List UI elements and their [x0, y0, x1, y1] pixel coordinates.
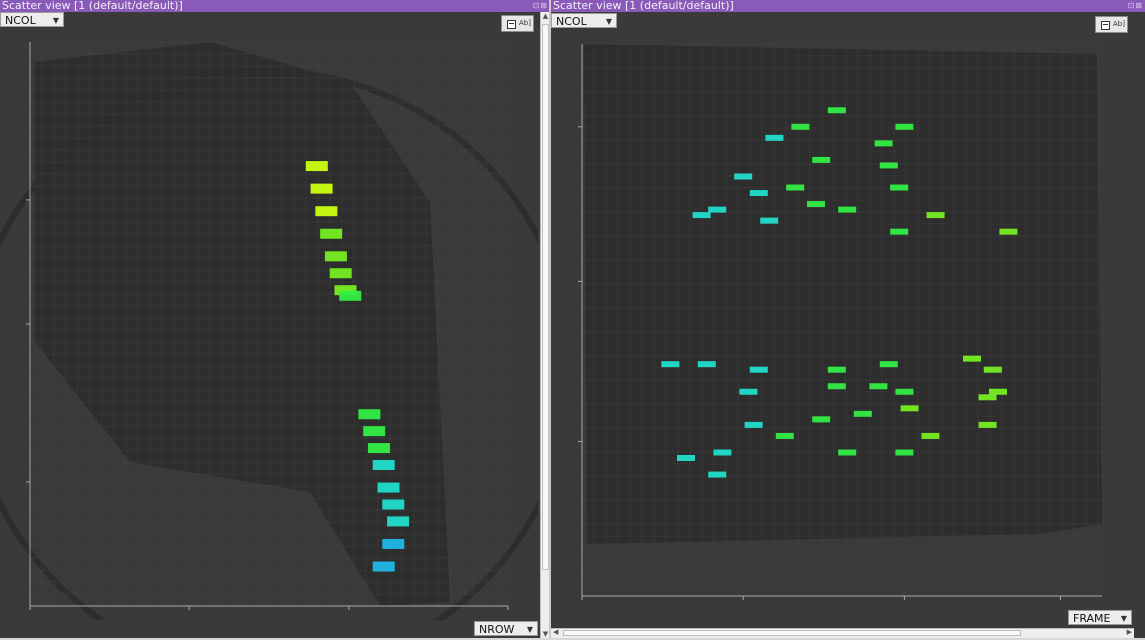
left-x-axis-value: NROW [479, 623, 515, 636]
scatter-point [775, 432, 794, 439]
scatter-point [838, 206, 857, 213]
scrollbar-thumb[interactable] [563, 630, 1021, 636]
scatter-point [744, 421, 763, 428]
right-y-axis-value: NCOL [556, 15, 587, 28]
scatter-point [382, 538, 405, 549]
scatter-point [989, 388, 1007, 395]
left-view-title-bar: Scatter view [1 (default/default)] ⊡⊠ [0, 0, 550, 12]
scatter-point [827, 107, 846, 114]
scatter-point [315, 206, 338, 217]
scatter-point [879, 162, 898, 169]
scatter-point [387, 516, 410, 527]
scatter-point [963, 355, 981, 362]
right-x-axis-selector[interactable]: FRAME ▼ [1068, 610, 1132, 625]
scatter-point [926, 212, 945, 219]
right-view-title-bar: Scatter view [1 (default/default)] ⊡⊠ [551, 0, 1145, 12]
scatter-point [305, 161, 328, 172]
scatter-point [879, 361, 898, 368]
scroll-right-icon[interactable]: ▶ [1127, 628, 1132, 636]
chevron-down-icon: ▼ [1120, 614, 1127, 623]
scatter-point [713, 449, 732, 456]
scatter-point [999, 228, 1018, 235]
scatter-point [377, 482, 400, 493]
scatter-point [372, 561, 395, 572]
scatter-point [677, 455, 695, 461]
scatter-point [739, 388, 758, 395]
scatter-point [363, 426, 386, 437]
scatter-point [812, 416, 831, 423]
scatter-point [786, 184, 805, 191]
scatter-point [900, 405, 919, 412]
scatter-point [890, 228, 909, 235]
scatter-point [895, 123, 914, 130]
scatter-point [978, 394, 997, 401]
left-y-axis-selector[interactable]: NCOL ▼ [0, 12, 64, 27]
scatter-point [838, 449, 857, 456]
scatter-point [983, 366, 1002, 373]
left-scatter-view: Scatter view [1 (default/default)] ⊡⊠ NC… [0, 0, 550, 640]
scatter-point [367, 443, 390, 454]
chevron-down-icon: ▼ [526, 625, 533, 634]
scatter-point [358, 409, 381, 420]
right-x-axis-value: FRAME [1073, 612, 1111, 625]
scatter-point [382, 499, 405, 510]
scatter-point [310, 183, 333, 194]
scatter-point [890, 184, 909, 191]
point-density-area [584, 44, 1102, 544]
scatter-point [827, 366, 846, 373]
right-y-axis-selector[interactable]: NCOL ▼ [551, 13, 617, 28]
chevron-down-icon: ▼ [52, 16, 59, 25]
scatter-point [895, 449, 914, 456]
window-buttons-icon[interactable]: ⊡⊠ [533, 0, 548, 12]
scatter-point [853, 410, 872, 417]
scatter-point [895, 388, 914, 395]
right-view-title: Scatter view [1 (default/default)] [553, 0, 734, 12]
scatter-point [697, 361, 716, 368]
scatter-point [812, 156, 831, 163]
scatter-point [807, 201, 825, 208]
scatter-point [661, 361, 680, 368]
scatter-point [320, 228, 343, 239]
scatter-point [339, 290, 362, 301]
scatter-point [874, 140, 893, 147]
scatter-point [734, 173, 753, 180]
left-view-title: Scatter view [1 (default/default)] [2, 0, 183, 12]
window-buttons-icon[interactable]: ⊡⊠ [1128, 0, 1143, 12]
scatter-point [372, 460, 395, 470]
scatter-point [749, 190, 768, 197]
left-x-axis-selector[interactable]: NROW ▼ [474, 621, 538, 636]
scatter-point [978, 421, 997, 428]
scrollbar-thumb[interactable] [542, 24, 549, 570]
left-scatter-plot[interactable] [0, 28, 538, 620]
scatter-point [760, 217, 779, 224]
chevron-down-icon: ▼ [605, 17, 612, 26]
scatter-point [708, 206, 727, 213]
right-scatter-plot[interactable] [551, 30, 1145, 610]
scroll-left-icon[interactable]: ◀ [553, 628, 558, 636]
right-horizontal-scrollbar[interactable]: ◀ ▶ [551, 628, 1134, 638]
scatter-point [708, 471, 727, 478]
scatter-point [692, 212, 711, 219]
scatter-point [921, 432, 940, 439]
scatter-point [329, 268, 352, 279]
right-scatter-view: Scatter view [1 (default/default)] ⊡⊠ NC… [551, 0, 1145, 640]
scatter-point [869, 383, 888, 390]
scatter-point [324, 251, 347, 262]
left-y-axis-value: NCOL [5, 14, 36, 27]
scatter-point [827, 383, 846, 390]
view-options-icon [1101, 21, 1110, 30]
scatter-point [765, 134, 784, 141]
scatter-point [749, 366, 768, 373]
scatter-point [791, 123, 810, 130]
